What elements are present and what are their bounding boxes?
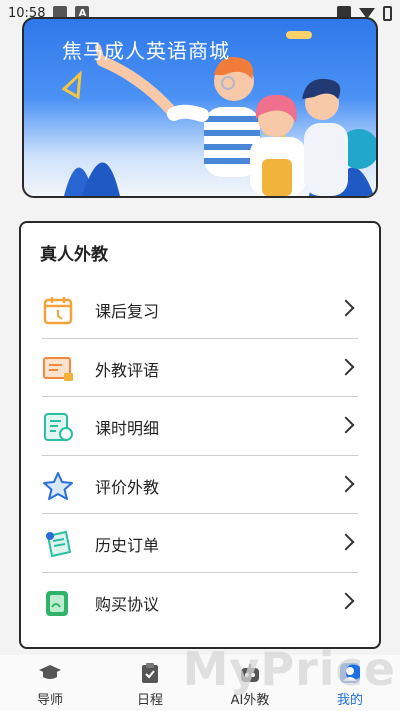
nav-ai-teacher[interactable]: AI外教 — [200, 655, 300, 711]
bottom-nav: 导师 日程 AI外教 我的 — [0, 655, 400, 711]
agreement-icon — [46, 590, 68, 616]
mortarboard-icon — [39, 665, 61, 679]
menu-item-label: 购买协议 — [95, 594, 160, 614]
comment-icon — [43, 356, 73, 381]
nav-tutor[interactable]: 导师 — [0, 655, 100, 711]
menu-item-rate-teacher[interactable]: 评价外教 — [21, 456, 379, 515]
menu-item-label: 课后复习 — [95, 302, 160, 321]
section-title: 真人外教 — [40, 245, 108, 265]
nav-label: AI外教 — [230, 693, 270, 708]
star-icon — [43, 471, 73, 500]
banner[interactable]: 焦马成人英语商城 — [22, 17, 378, 198]
chevron-right-icon — [337, 592, 355, 610]
chevron-right-icon — [337, 358, 355, 376]
menu-item-order-history[interactable]: 历史订单 — [21, 514, 379, 573]
calendar-icon — [43, 297, 73, 325]
nav-mine[interactable]: 我的 — [300, 655, 400, 711]
robot-icon — [241, 664, 259, 682]
chevron-right-icon — [337, 416, 355, 434]
menu-item-label: 历史订单 — [95, 536, 160, 556]
nav-label: 我的 — [336, 693, 363, 708]
menu-item-comments[interactable]: 外教评语 — [21, 339, 379, 398]
chevron-right-icon — [337, 475, 355, 493]
nav-label: 导师 — [36, 693, 63, 708]
nav-label: 日程 — [136, 693, 163, 708]
banner-title: 焦马成人英语商城 — [62, 39, 230, 63]
teacher-card: 真人外教 课后复习 外教评语 课时明细 评价外教 历史订单 购买协议 — [19, 221, 381, 649]
menu-item-label: 外教评语 — [95, 360, 160, 380]
menu-item-label: 课时明细 — [95, 419, 160, 439]
menu-item-review[interactable]: 课后复习 — [21, 280, 379, 339]
order-icon — [46, 531, 72, 558]
menu-item-label: 评价外教 — [95, 477, 160, 497]
menu-item-agreement[interactable]: 购买协议 — [21, 573, 379, 632]
receipt-icon — [44, 413, 73, 442]
chevron-right-icon — [337, 533, 355, 551]
battery-icon — [383, 5, 392, 21]
chevron-right-icon — [337, 299, 355, 317]
profile-icon — [340, 663, 360, 683]
menu-list: 课后复习 外教评语 课时明细 评价外教 历史订单 购买协议 — [21, 280, 379, 632]
menu-item-hours[interactable]: 课时明细 — [21, 397, 379, 456]
nav-schedule[interactable]: 日程 — [100, 655, 200, 711]
clipboard-icon — [142, 663, 158, 683]
